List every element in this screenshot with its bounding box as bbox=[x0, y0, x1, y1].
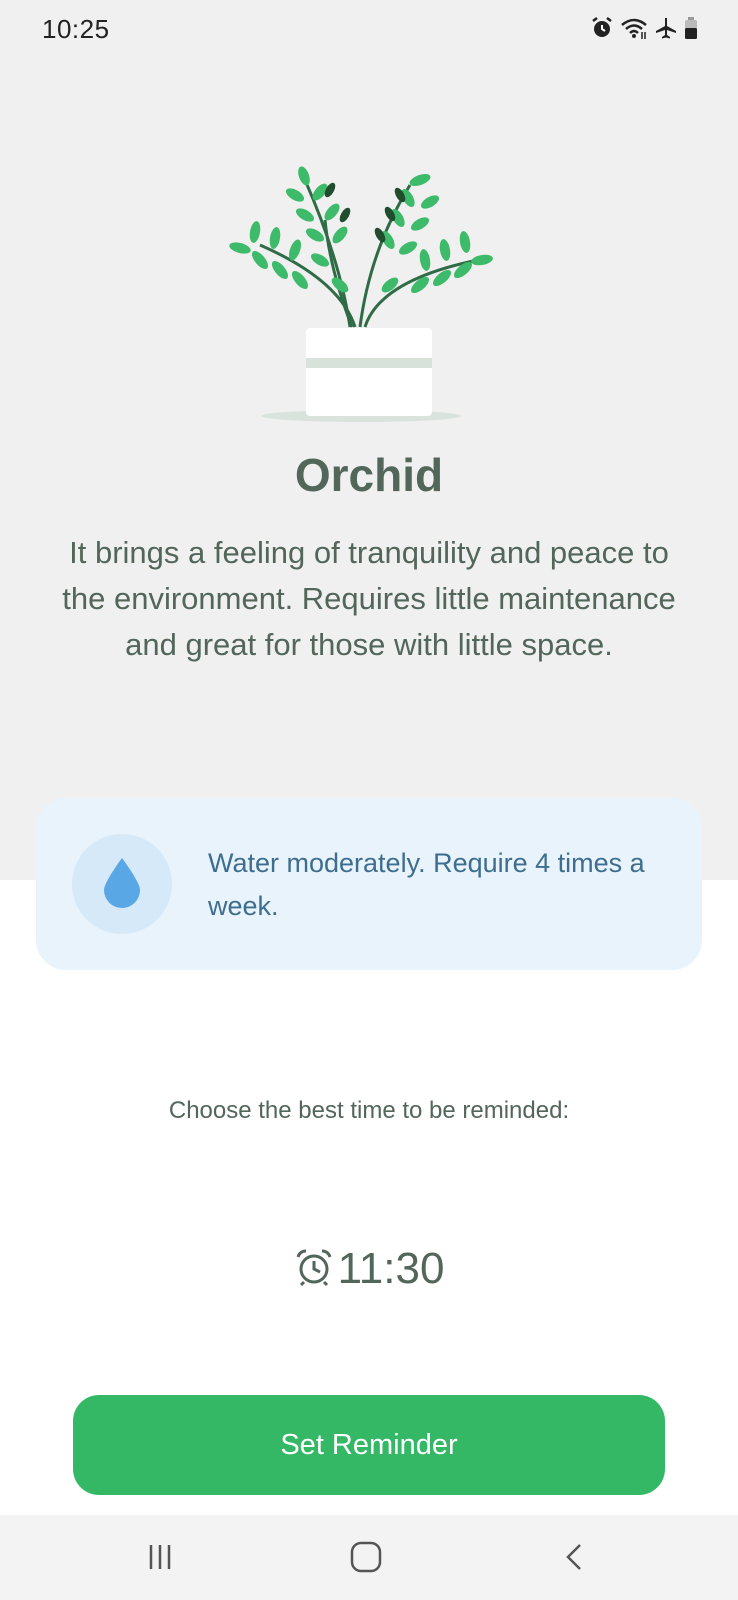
reminder-time[interactable]: 11:30 bbox=[338, 1244, 445, 1294]
airplane-icon bbox=[654, 16, 678, 40]
status-time: 10:25 bbox=[42, 14, 110, 44]
top-background bbox=[0, 0, 738, 880]
plant-description: It brings a feeling of tranquility and p… bbox=[62, 535, 676, 662]
status-icons bbox=[590, 16, 698, 40]
plant-illustration bbox=[220, 160, 520, 435]
home-icon[interactable] bbox=[336, 1537, 396, 1577]
status-bar: 10:25 bbox=[0, 0, 738, 60]
battery-icon bbox=[684, 16, 698, 40]
water-drop-icon bbox=[102, 856, 142, 913]
recents-icon[interactable] bbox=[130, 1537, 190, 1577]
wifi-icon bbox=[620, 16, 648, 40]
alarm-clock-icon bbox=[294, 1247, 334, 1292]
water-instructions: Water moderately. Require 4 times a week… bbox=[208, 848, 645, 921]
set-reminder-button[interactable]: Set Reminder bbox=[73, 1395, 665, 1495]
water-info-card: Water moderately. Require 4 times a week… bbox=[36, 798, 702, 970]
alarm-icon bbox=[590, 16, 614, 40]
system-nav-bar bbox=[0, 1515, 738, 1600]
plant-title: Orchid bbox=[294, 449, 444, 501]
reminder-time-picker[interactable]: 11:30 bbox=[0, 1244, 738, 1294]
back-icon[interactable] bbox=[545, 1537, 605, 1577]
water-icon-badge bbox=[72, 834, 172, 934]
reminder-prompt: Choose the best time to be reminded: bbox=[168, 1097, 570, 1124]
